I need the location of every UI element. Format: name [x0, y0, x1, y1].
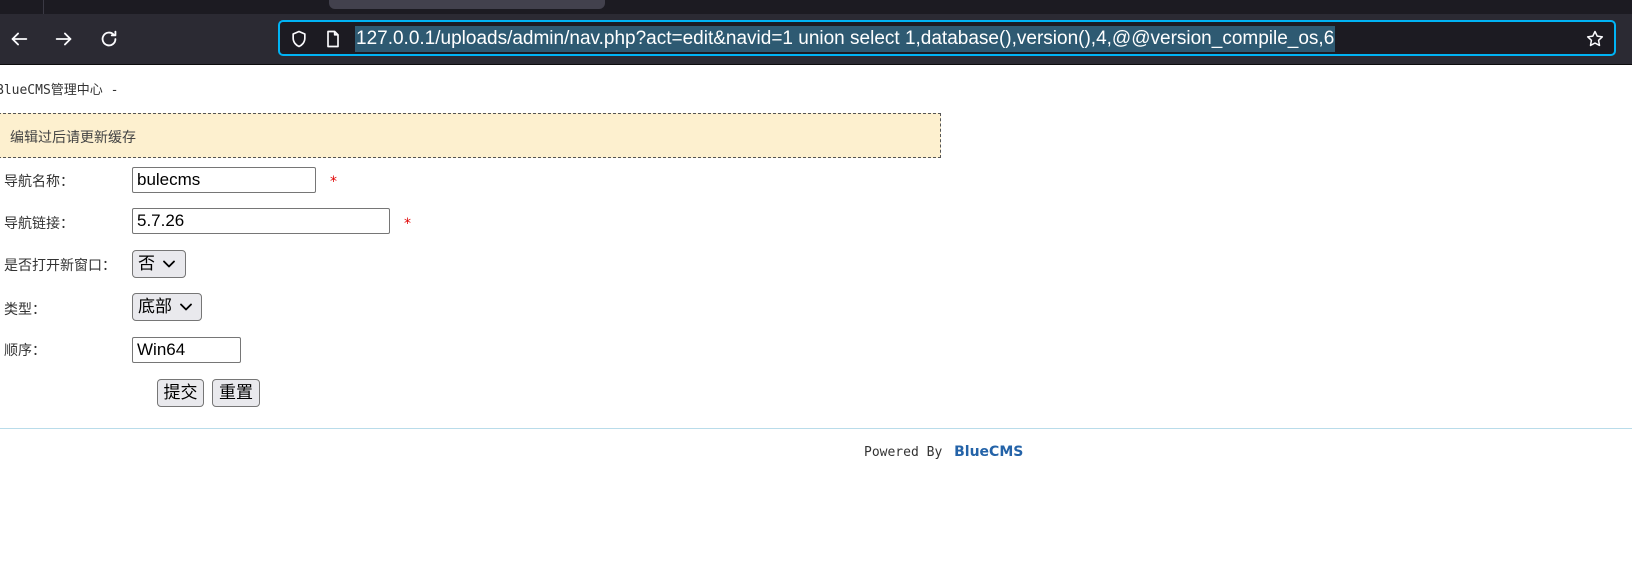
notice-box: 编辑过后请更新缓存: [0, 113, 941, 158]
order-input[interactable]: Win64: [132, 337, 241, 363]
reset-button[interactable]: 重置: [212, 379, 260, 407]
footer-divider: [0, 428, 1632, 429]
chevron-down-icon: [180, 303, 192, 311]
arrow-left-icon: [11, 32, 28, 46]
tab-strip: [0, 0, 1632, 14]
nav-name-input[interactable]: bulecms: [132, 167, 316, 193]
shield-icon: [292, 30, 306, 48]
tracking-protection-button[interactable]: [288, 28, 310, 50]
order-label: 顺序：: [4, 343, 46, 359]
notice-text: 编辑过后请更新缓存: [10, 130, 136, 146]
footer: Powered By BlueCMS: [864, 444, 1023, 460]
required-mark: *: [330, 174, 337, 190]
required-mark: *: [404, 216, 411, 232]
reload-button[interactable]: [94, 24, 124, 54]
url-text[interactable]: 127.0.0.1/uploads/admin/nav.php?act=edit…: [355, 26, 1336, 52]
page-title: BlueCMS管理中心 -: [0, 83, 119, 98]
forward-button[interactable]: [49, 24, 79, 54]
bookmark-button[interactable]: [1584, 28, 1606, 50]
new-window-label: 是否打开新窗口：: [4, 258, 116, 274]
nav-link-label: 导航链接：: [4, 216, 74, 232]
back-button[interactable]: [4, 24, 34, 54]
page-info-button[interactable]: [322, 28, 344, 50]
new-window-value: 否: [138, 254, 155, 274]
submit-button[interactable]: 提交: [157, 379, 204, 407]
footer-brand[interactable]: BlueCMS: [954, 444, 1023, 460]
tab-separator: [43, 0, 44, 14]
url-bar[interactable]: 127.0.0.1/uploads/admin/nav.php?act=edit…: [278, 20, 1616, 56]
nav-link-input[interactable]: 5.7.26: [132, 208, 390, 234]
chevron-down-icon: [163, 260, 175, 268]
browser-toolbar: 127.0.0.1/uploads/admin/nav.php?act=edit…: [0, 14, 1632, 65]
type-label: 类型：: [4, 302, 46, 318]
new-window-select[interactable]: 否: [132, 250, 186, 278]
nav-name-label: 导航名称：: [4, 174, 74, 190]
arrow-right-icon: [55, 32, 72, 46]
reload-icon: [101, 30, 117, 47]
star-icon: [1586, 30, 1604, 47]
type-value: 底部: [138, 297, 172, 317]
type-select[interactable]: 底部: [132, 293, 202, 321]
active-tab[interactable]: [329, 0, 605, 9]
footer-powered-by: Powered By: [864, 445, 943, 460]
page-icon: [327, 30, 339, 48]
